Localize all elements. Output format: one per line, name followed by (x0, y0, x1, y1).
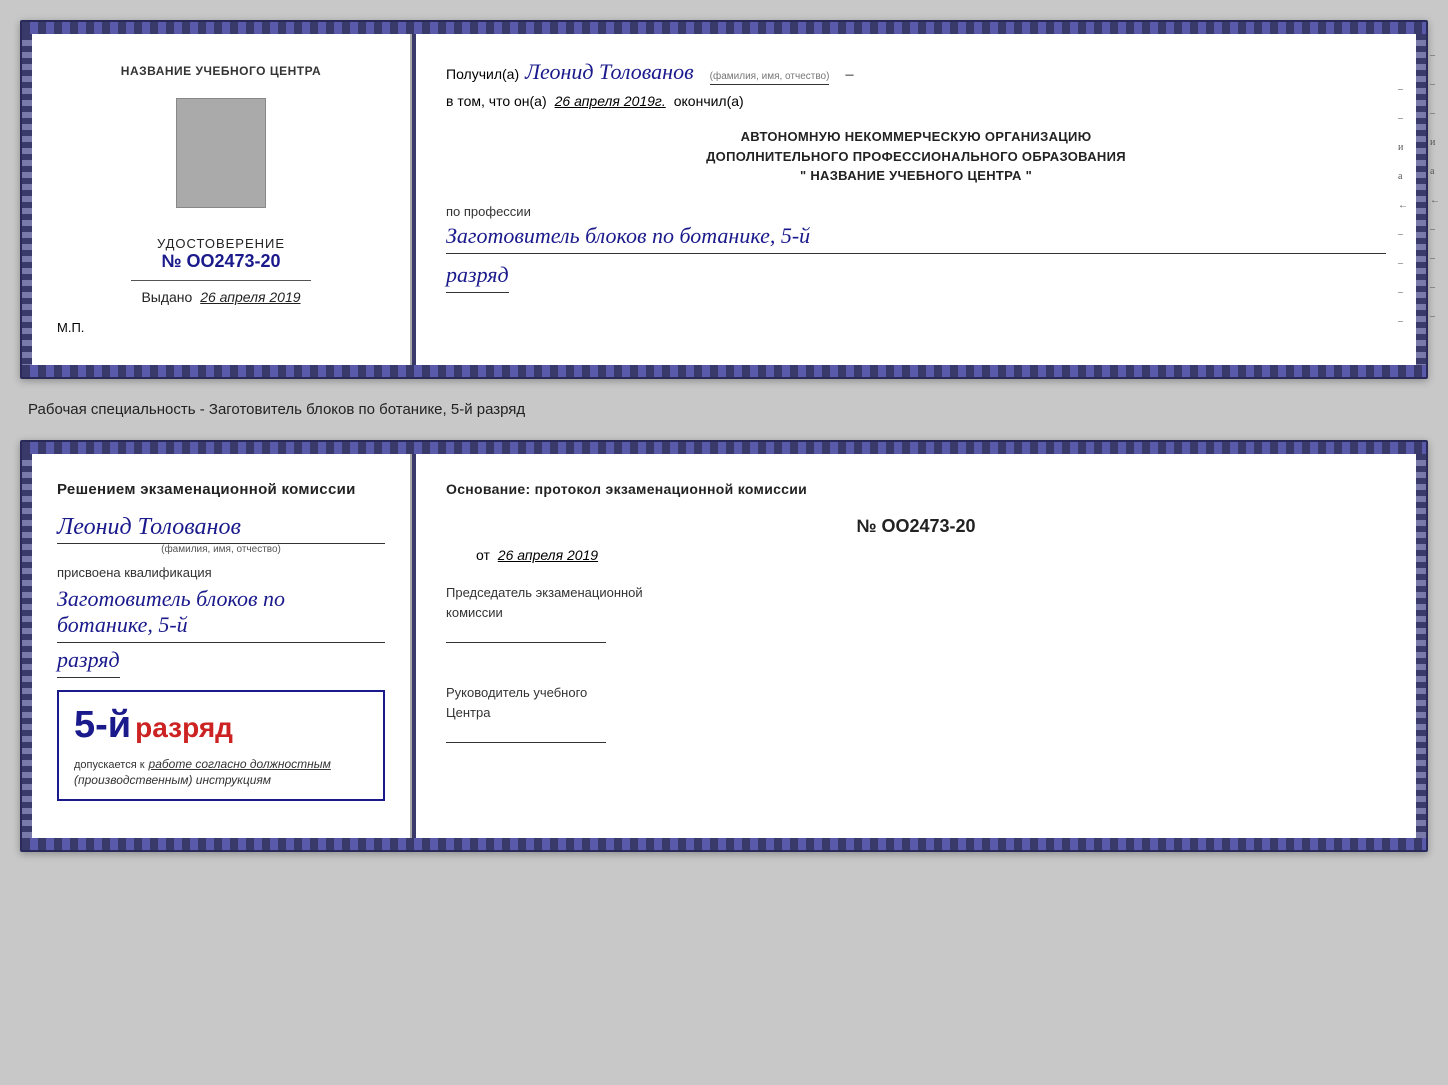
box-rank: разряд (135, 712, 233, 744)
confirm-row: в том, что он(а) 26 апреля 2019г. окончи… (446, 93, 1386, 109)
doc1-left-panel: НАЗВАНИЕ УЧЕБНОГО ЦЕНТРА УДОСТОВЕРЕНИЕ №… (32, 34, 412, 365)
qualification-line1-block: Заготовитель блоков по ботанике, 5-й (57, 586, 385, 643)
issued-label-1: Выдано (141, 289, 192, 305)
specialty-label: Рабочая специальность - Заготовитель бло… (20, 397, 1428, 422)
received-prefix: Получил(а) (446, 66, 519, 82)
right-marks-1: – – и а ← – – – – (1398, 84, 1408, 327)
qualification-line2: разряд (57, 647, 120, 672)
qualification-box: 5-й разряд допускается к работе согласно… (57, 690, 385, 801)
basis-label: Основание: протокол экзаменационной коми… (446, 479, 1386, 500)
date-value: 26 апреля 2019 (498, 547, 598, 563)
org-line2: ДОПОЛНИТЕЛЬНОГО ПРОФЕССИОНАЛЬНОГО ОБРАЗО… (446, 147, 1386, 167)
center-head-label: Руководитель учебного (446, 683, 1386, 703)
allowed-block: допускается к работе согласно должностны… (74, 755, 368, 773)
doc1-inner: НАЗВАНИЕ УЧЕБНОГО ЦЕНТРА УДОСТОВЕРЕНИЕ №… (22, 34, 1426, 365)
bottom-border-1 (22, 365, 1426, 377)
mp-label-1: М.П. (57, 320, 385, 335)
institution-name-1: НАЗВАНИЕ УЧЕБНОГО ЦЕНТРА (121, 64, 321, 78)
profession-label-1: по профессии (446, 204, 1386, 219)
center-head-label2: Центра (446, 703, 1386, 723)
doc1-issued-block: Выдано 26 апреля 2019 М.П. (57, 272, 385, 335)
separator-1 (131, 280, 311, 281)
org-line3: " НАЗВАНИЕ УЧЕБНОГО ЦЕНТРА " (446, 166, 1386, 186)
chairman-label: Председатель экзаменационной (446, 583, 1386, 603)
left-deco-border-2 (22, 454, 32, 838)
photo-placeholder-1 (176, 98, 266, 208)
date-prefix: от (476, 547, 490, 563)
box-number: 5-й (74, 704, 131, 747)
recipient-name-1: Леонид Толованов (525, 59, 694, 85)
allowed-label: допускается к (74, 759, 145, 771)
right-deco-border-2 (1416, 454, 1426, 838)
doc2-inner: Решением экзаменационной комиссии Леонид… (22, 454, 1426, 838)
bottom-border-2 (22, 838, 1426, 850)
profession-block-1: по профессии Заготовитель блоков по бота… (446, 204, 1386, 293)
doc1-cert-block: УДОСТОВЕРЕНИЕ № OO2473-20 (157, 98, 285, 272)
confirm-date: 26 апреля 2019г. (555, 93, 666, 109)
person-name-2: Леонид Толованов (57, 514, 385, 541)
document-2: Решением экзаменационной комиссии Леонид… (20, 440, 1428, 852)
doc1-right-panel: Получил(а) Леонид Толованов (фамилия, им… (416, 34, 1416, 365)
center-head-sig-line (446, 742, 606, 743)
allowed-text: работе согласно должностным (149, 757, 331, 771)
chairman-sig-line (446, 642, 606, 643)
protocol-number: № OO2473-20 (446, 516, 1386, 537)
received-row: Получил(а) Леонид Толованов (фамилия, им… (446, 59, 1386, 85)
person-name-block: Леонид Толованов (фамилия, имя, отчество… (57, 514, 385, 555)
center-head-block: Руководитель учебного Центра (446, 683, 1386, 743)
rank-text-1: разряд (446, 262, 509, 293)
allowed-text2: (производственным) инструкциям (74, 773, 368, 787)
chairman-label2: комиссии (446, 603, 1386, 623)
recipient-sublabel-1: (фамилия, имя, отчество) (710, 71, 830, 85)
qualification-line1: Заготовитель блоков по ботанике, 5-й (57, 586, 285, 637)
issued-date-1: 26 апреля 2019 (200, 289, 300, 305)
cert-number-1: № OO2473-20 (157, 251, 285, 272)
person-sublabel-2: (фамилия, имя, отчество) (57, 544, 385, 555)
top-border-2 (22, 442, 1426, 454)
decision-label: Решением экзаменационной комиссии (57, 479, 385, 502)
doc2-left-panel: Решением экзаменационной комиссии Леонид… (32, 454, 412, 838)
cert-label-1: УДОСТОВЕРЕНИЕ (157, 236, 285, 251)
confirm-prefix: в том, что он(а) (446, 93, 547, 109)
document-1: НАЗВАНИЕ УЧЕБНОГО ЦЕНТРА УДОСТОВЕРЕНИЕ №… (20, 20, 1428, 379)
top-border-1 (22, 22, 1426, 34)
org-line1: АВТОНОМНУЮ НЕКОММЕРЧЕСКУЮ ОРГАНИЗАЦИЮ (446, 127, 1386, 147)
left-deco-border-1 (22, 34, 32, 365)
profession-name-1: Заготовитель блоков по ботанике, 5-й (446, 223, 1386, 254)
chairman-block: Председатель экзаменационной комиссии (446, 583, 1386, 643)
assigned-label: присвоена квалификация (57, 565, 385, 580)
doc2-right-panel: Основание: протокол экзаменационной коми… (416, 454, 1416, 838)
right-deco-border-1 (1416, 34, 1426, 365)
page-wrapper: НАЗВАНИЕ УЧЕБНОГО ЦЕНТРА УДОСТОВЕРЕНИЕ №… (20, 20, 1428, 852)
qualification-line2-block: разряд (57, 647, 120, 678)
confirm-suffix: окончил(а) (674, 93, 744, 109)
org-block: АВТОНОМНУЮ НЕКОММЕРЧЕСКУЮ ОРГАНИЗАЦИЮ ДО… (446, 127, 1386, 186)
date-block: от 26 апреля 2019 (476, 547, 1386, 563)
